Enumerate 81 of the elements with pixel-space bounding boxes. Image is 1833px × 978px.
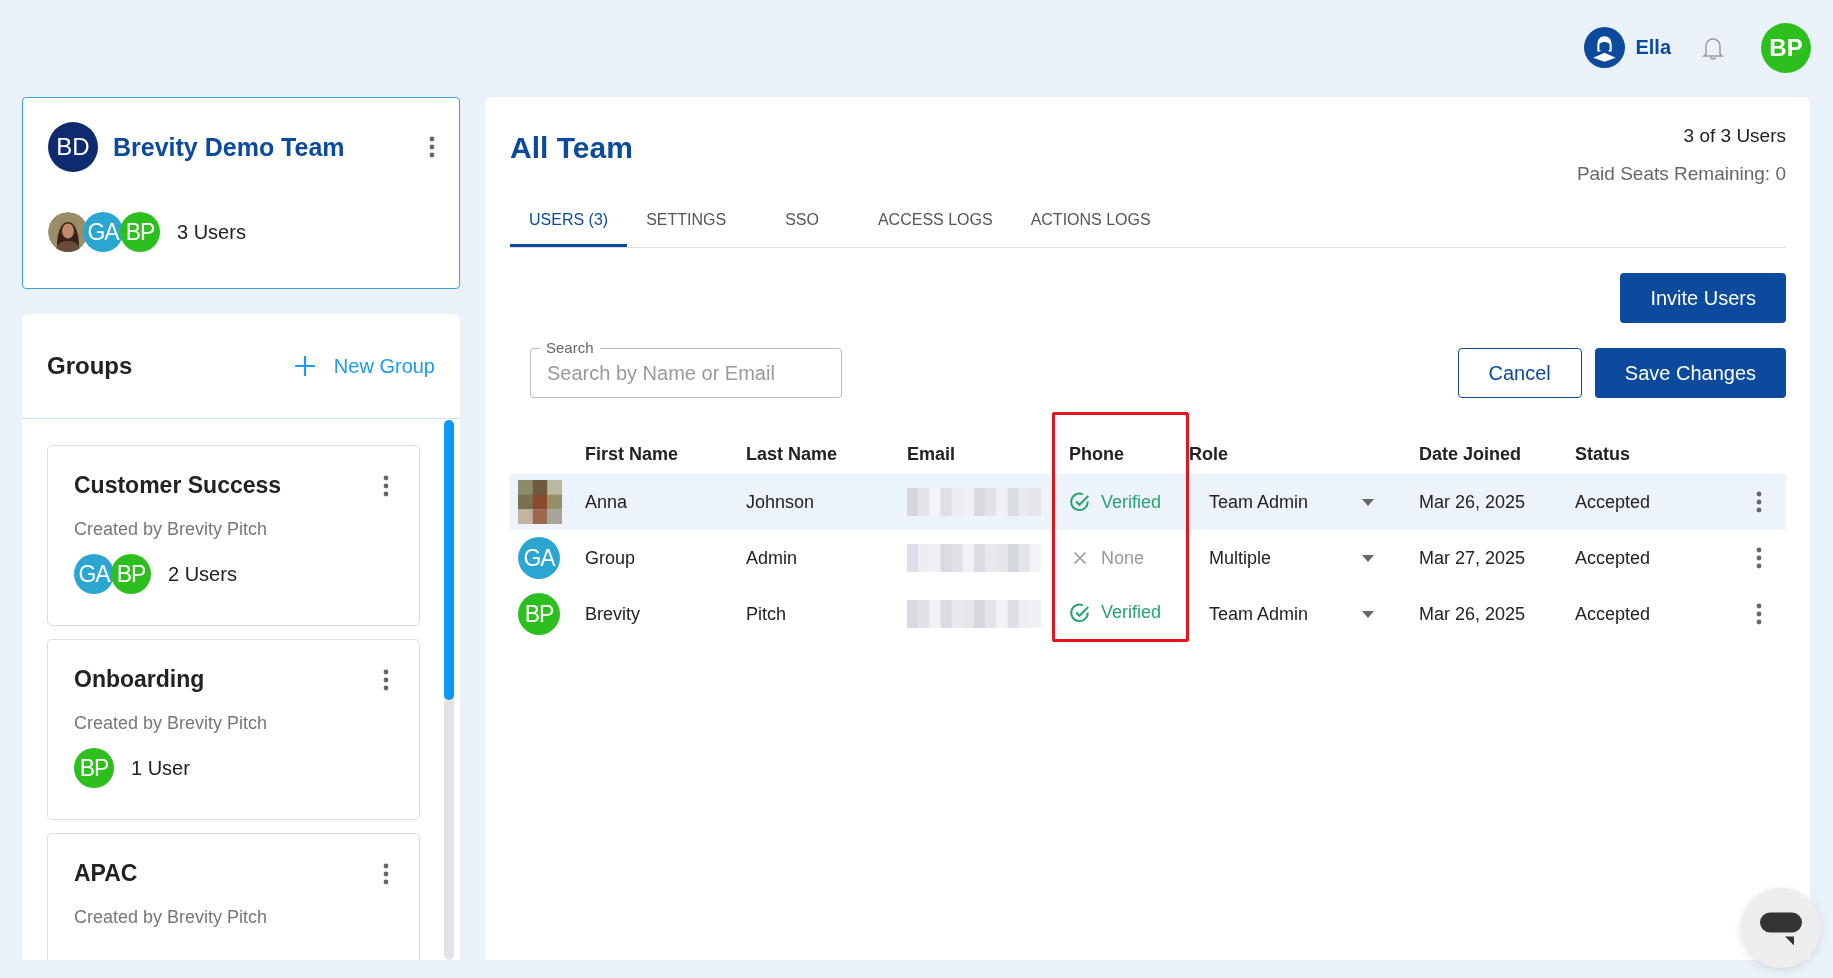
chat-button[interactable]	[1741, 888, 1821, 968]
phone-status: None	[1101, 547, 1145, 569]
group-creator: Created by Brevity Pitch	[74, 907, 269, 928]
caret-icon	[1362, 498, 1374, 506]
date-joined: Mar 26, 2025	[1419, 603, 1526, 625]
tab[interactable]: ACCESS LOGS	[858, 199, 1012, 247]
check-circle-icon	[1069, 491, 1091, 513]
group-card[interactable]: APAC Created by Brevity Pitch	[47, 833, 420, 960]
more-icon[interactable]	[1756, 491, 1762, 513]
column-header: Email	[907, 443, 957, 466]
group-name: Onboarding	[74, 666, 205, 693]
user-icon[interactable]	[1584, 27, 1626, 68]
more-icon[interactable]	[383, 474, 389, 497]
team-avatar: BD	[48, 122, 98, 172]
user-avatar: BP	[518, 593, 560, 635]
seats-remaining: Paid Seats Remaining: 0	[1576, 163, 1786, 185]
group-name: Customer Success	[74, 472, 282, 499]
tab[interactable]: USERS (3)	[510, 199, 628, 247]
column-header: First Name	[585, 443, 680, 466]
status-text: Accepted	[1575, 603, 1651, 625]
column-header: Last Name	[746, 443, 839, 466]
role-dropdown[interactable]: Multiple	[1209, 547, 1374, 569]
invite-users-button[interactable]: Invite Users	[1620, 273, 1786, 323]
more-icon[interactable]	[1756, 547, 1762, 569]
user-count: 3 of 3 Users	[1683, 125, 1786, 147]
user-avatar: GA	[518, 537, 560, 579]
scrollbar[interactable]	[444, 420, 454, 960]
user-name[interactable]: Ella	[1635, 36, 1671, 59]
more-icon[interactable]	[429, 136, 435, 158]
column-header: Date Joined	[1419, 443, 1523, 466]
first-name: Anna	[585, 491, 628, 513]
table-row[interactable]: GA Group Admin None Multiple Mar 27, 2025 Accepted	[510, 530, 1786, 586]
role-dropdown[interactable]: Team Admin	[1209, 603, 1374, 625]
date-joined: Mar 27, 2025	[1419, 547, 1526, 569]
column-header: Status	[1575, 443, 1631, 466]
first-name: Brevity	[585, 603, 640, 625]
caret-icon	[1362, 554, 1374, 562]
group-card[interactable]: Customer Success Created by Brevity Pitch GA BP 2 Users	[47, 445, 420, 626]
more-icon[interactable]	[1756, 603, 1762, 625]
group-name: APAC	[74, 860, 138, 887]
table-row[interactable]: Anna Johnson Verified Team Admin Mar 26, 2025 Accepted	[510, 474, 1786, 530]
cancel-button[interactable]: Cancel	[1457, 348, 1582, 398]
avatar-photo	[518, 480, 562, 524]
team-name[interactable]: Brevity Demo Team	[113, 132, 429, 162]
column-header: Role	[1189, 443, 1229, 466]
group-creator: Created by Brevity Pitch	[74, 519, 269, 540]
status-text: Accepted	[1575, 547, 1651, 569]
save-changes-button[interactable]: Save Changes	[1594, 348, 1786, 398]
member-count: 1 User	[131, 756, 190, 780]
last-name: Admin	[746, 547, 798, 569]
phone-status: Verified	[1101, 602, 1162, 623]
status-text: Accepted	[1575, 491, 1651, 513]
group-creator: Created by Brevity Pitch	[74, 713, 269, 734]
more-icon[interactable]	[383, 668, 389, 691]
table-row[interactable]: BP Brevity Pitch Verified Team Admin Mar 26, 2025 Accepted	[510, 586, 1786, 642]
more-icon[interactable]	[383, 862, 389, 885]
plus-icon	[293, 355, 316, 377]
first-name: Group	[585, 547, 636, 569]
tab[interactable]: ACTIONS LOGS	[1011, 199, 1170, 247]
member-count: 3 Users	[177, 220, 246, 244]
team-card[interactable]: BD Brevity Demo Team GA BP 3 Users	[22, 97, 460, 289]
chat-icon	[1760, 911, 1802, 945]
tab[interactable]: SSO	[745, 199, 859, 247]
phone-status: Verified	[1101, 491, 1162, 513]
caret-icon	[1362, 610, 1374, 618]
role-dropdown[interactable]: Team Admin	[1209, 491, 1374, 513]
member-avatar: BP	[74, 748, 114, 788]
member-count: 2 Users	[168, 562, 237, 586]
date-joined: Mar 26, 2025	[1419, 491, 1526, 513]
member-avatar: GA	[74, 554, 114, 594]
member-avatar: BP	[120, 212, 160, 252]
last-name: Pitch	[746, 603, 787, 625]
tab[interactable]: SETTINGS	[627, 199, 746, 247]
avatar-photo	[48, 212, 88, 252]
member-avatar: GA	[83, 212, 123, 252]
member-avatar: BP	[111, 554, 151, 594]
page-title: All Team	[510, 131, 633, 166]
group-card[interactable]: Onboarding Created by Brevity Pitch BP 1 User	[47, 639, 420, 820]
check-circle-icon	[1069, 601, 1091, 624]
last-name: Johnson	[746, 491, 815, 513]
groups-title: Groups	[47, 352, 133, 380]
